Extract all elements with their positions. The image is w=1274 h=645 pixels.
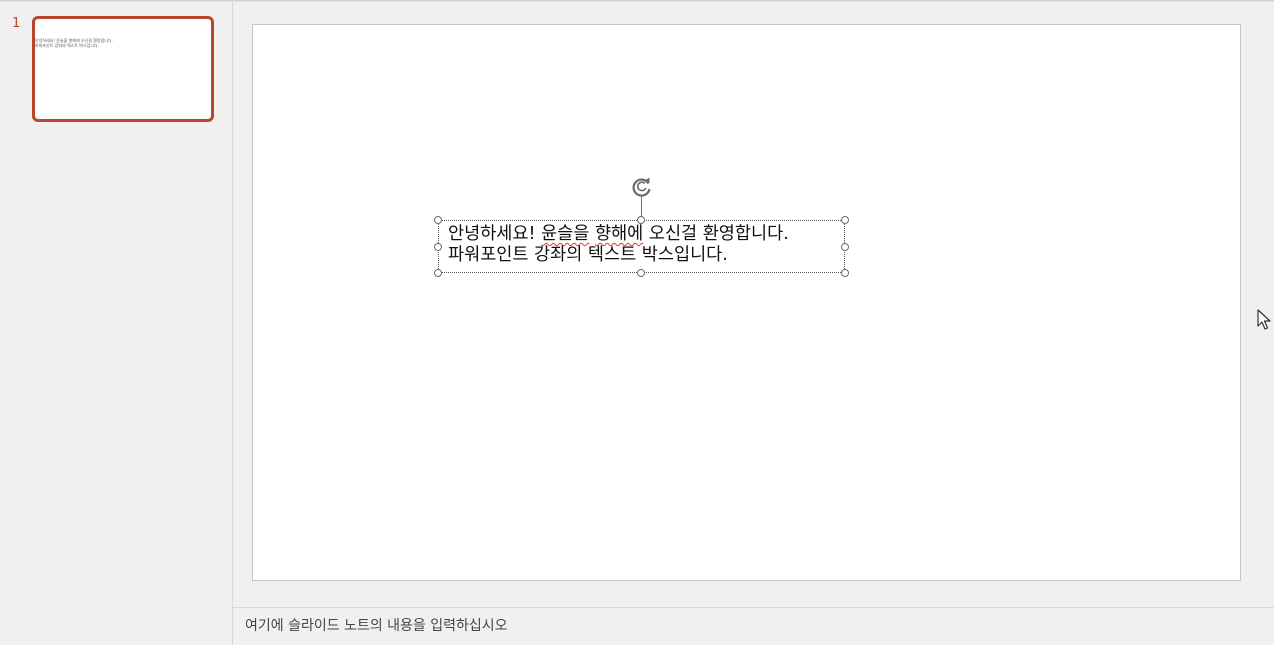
resize-handle-middle-left[interactable] [434,243,442,251]
text-line-1-start: 안녕하세요! [448,224,542,244]
resize-handle-bottom-right[interactable] [841,269,849,277]
text-line-1-end: 오신걸 환영합니다. [643,224,789,244]
text-line-1: 안녕하세요! 윤슬을 향해에 오신걸 환영합니다. [448,224,789,245]
notes-placeholder[interactable]: 여기에 슬라이드 노트의 내용을 입력하십시오 [245,615,508,635]
slide-thumbnail-1[interactable] [32,16,214,122]
slide-number: 1 [12,16,21,31]
misspelled-word-1[interactable]: 윤슬을 [541,224,589,244]
misspelled-word-2[interactable]: 향해에 [595,224,643,244]
resize-handle-top-right[interactable] [841,216,849,224]
slide-thumbnails-pane[interactable]: 1 안녕하세요! 윤슬을 향해에 오신걸 환영합니다. 파워포인트 강좌의 텍스… [0,2,233,645]
rotate-handle-icon[interactable] [630,175,654,199]
text-box-content[interactable]: 안녕하세요! 윤슬을 향해에 오신걸 환영합니다. 파워포인트 강좌의 텍스트 … [448,224,789,266]
notes-pane[interactable]: 여기에 슬라이드 노트의 내용을 입력하십시오 [233,607,1274,645]
resize-handle-top-center[interactable] [637,216,645,224]
thumbnail-preview-text: 안녕하세요! 윤슬을 향해에 오신걸 환영합니다. 파워포인트 강좌의 텍스트 … [35,38,113,48]
slide-canvas[interactable]: 안녕하세요! 윤슬을 향해에 오신걸 환영합니다. 파워포인트 강좌의 텍스트 … [252,24,1241,581]
mouse-pointer-icon [1257,309,1271,330]
powerpoint-editor: 1 안녕하세요! 윤슬을 향해에 오신걸 환영합니다. 파워포인트 강좌의 텍스… [0,0,1274,645]
selected-text-box[interactable]: 안녕하세요! 윤슬을 향해에 오신걸 환영합니다. 파워포인트 강좌의 텍스트 … [438,220,845,273]
resize-handle-bottom-left[interactable] [434,269,442,277]
resize-handle-top-left[interactable] [434,216,442,224]
resize-handle-middle-right[interactable] [841,243,849,251]
thumbnail-preview-line-2: 파워포인트 강좌의 텍스트 박스입니다. [35,43,99,48]
text-line-2: 파워포인트 강좌의 텍스트 박스입니다. [448,245,728,265]
resize-handle-bottom-center[interactable] [637,269,645,277]
